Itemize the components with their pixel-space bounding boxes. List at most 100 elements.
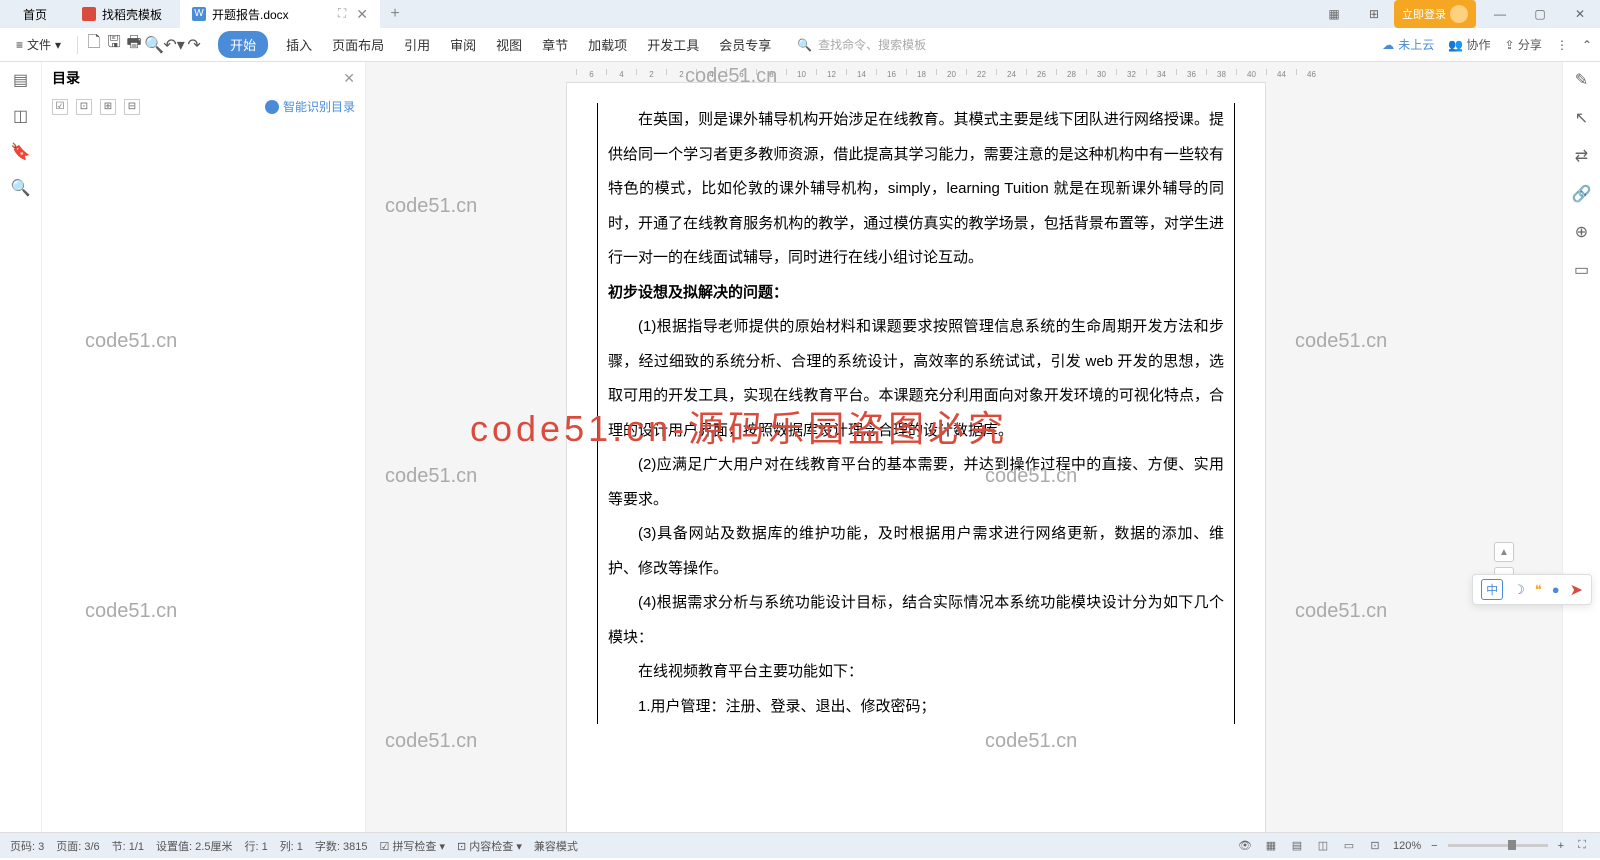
tab-home[interactable]: 首页 <box>0 0 70 28</box>
ime-dot-icon[interactable]: ● <box>1552 582 1560 597</box>
view3-icon[interactable]: ◫ <box>1315 838 1331 854</box>
ime-moon-icon[interactable]: ☽ <box>1513 582 1525 598</box>
page-content: 在英国，则是课外辅导机构开始涉足在线教育。其模式主要是线下团队进行网络授课。提供… <box>608 103 1224 724</box>
tab-add-button[interactable]: + <box>380 5 410 23</box>
login-button[interactable]: 立即登录 <box>1394 0 1476 28</box>
more-icon[interactable]: ⋮ <box>1556 38 1568 52</box>
fullscreen-icon[interactable]: ⛶ <box>1574 838 1590 854</box>
find-icon[interactable]: 🔍 <box>11 178 31 198</box>
preview-icon[interactable]: 🔍 <box>146 37 162 53</box>
main-area: ▤ ◫ 🔖 🔍 目录 ✕ ☑ ⊡ ⊞ ⊟ 智能识别目录 642246810121… <box>0 62 1600 832</box>
zoom-value[interactable]: 120% <box>1393 840 1421 852</box>
tab-templates-label: 找稻壳模板 <box>102 6 162 23</box>
ime-arrow-icon[interactable]: ➤ <box>1570 580 1583 600</box>
shield-icon[interactable]: ⊕ <box>1572 222 1592 242</box>
cloud-status[interactable]: ☁未上云 <box>1382 36 1434 53</box>
ime-lang[interactable]: 中 <box>1481 579 1503 600</box>
eye-icon[interactable]: 👁 <box>1237 838 1253 854</box>
new-icon[interactable]: 🗋 <box>86 37 102 53</box>
bookmark-icon[interactable]: 🔖 <box>11 142 31 162</box>
toc-close-icon[interactable]: ✕ <box>343 70 355 87</box>
nav-icon[interactable]: ◫ <box>11 106 31 126</box>
status-bar: 页码: 3 页面: 3/6 节: 1/1 设置值: 2.5厘米 行: 1 列: … <box>0 832 1600 858</box>
status-section[interactable]: 节: 1/1 <box>112 838 144 854</box>
toc-expand-icon[interactable]: ⊡ <box>76 99 92 115</box>
left-sidebar: ▤ ◫ 🔖 🔍 <box>0 62 42 832</box>
view1-icon[interactable]: ▦ <box>1263 838 1279 854</box>
edit-icon[interactable]: ✎ <box>1572 70 1592 90</box>
zoom-out-icon[interactable]: − <box>1431 840 1437 852</box>
close-window-icon[interactable]: ✕ <box>1560 0 1600 28</box>
view4-icon[interactable]: ▭ <box>1341 838 1357 854</box>
scroll-up-button[interactable]: ▲ <box>1494 542 1514 562</box>
ime-bar[interactable]: 中 ☽ ❝ ● ➤ <box>1472 574 1592 605</box>
status-col[interactable]: 列: 1 <box>280 838 303 854</box>
print-icon[interactable]: 🖶 <box>126 37 142 53</box>
status-words[interactable]: 字数: 3815 <box>315 838 368 854</box>
status-spell[interactable]: ☑ 拼写检查 ▾ <box>380 838 446 854</box>
search-box[interactable]: 🔍查找命令、搜索模板 <box>797 36 926 53</box>
save-icon[interactable]: 🖫 <box>106 37 122 53</box>
document-area[interactable]: 6422468101214161820222426283032343638404… <box>366 62 1562 832</box>
status-row[interactable]: 行: 1 <box>244 838 267 854</box>
toc-check-icon[interactable]: ☑ <box>52 99 68 115</box>
page[interactable]: 在英国，则是课外辅导机构开始涉足在线教育。其模式主要是线下团队进行网络授课。提供… <box>566 82 1266 832</box>
right-sidebar: ✎ ↖ ⇄ 🔗 ⊕ ▭ <box>1562 62 1600 832</box>
ribbon-tab-vip[interactable]: 会员专享 <box>717 31 773 58</box>
status-content[interactable]: ⊡ 内容检查 ▾ <box>457 838 522 854</box>
ribbon-tab-reference[interactable]: 引用 <box>402 31 432 58</box>
smart-icon <box>265 100 279 114</box>
ribbon-tab-insert[interactable]: 插入 <box>284 31 314 58</box>
toc-minus-icon[interactable]: ⊟ <box>124 99 140 115</box>
tab-document[interactable]: W 开题报告.docx ⛶ ✕ <box>180 0 380 28</box>
ribbon-tab-section[interactable]: 章节 <box>540 31 570 58</box>
tab-popout-icon[interactable]: ⛶ <box>338 6 346 23</box>
status-page-num[interactable]: 页码: 3 <box>10 838 44 854</box>
read-icon[interactable]: ▭ <box>1572 260 1592 280</box>
ruler-horizontal[interactable]: 6422468101214161820222426283032343638404… <box>376 62 1562 82</box>
doc-para: 1.用户管理：注册、登录、退出、修改密码； <box>608 690 1224 725</box>
view5-icon[interactable]: ⊡ <box>1367 838 1383 854</box>
toc-plus-icon[interactable]: ⊞ <box>100 99 116 115</box>
apps-icon[interactable]: ⊞ <box>1354 0 1394 28</box>
share-button[interactable]: ⇪ 分享 <box>1505 36 1542 53</box>
zoom-slider[interactable] <box>1448 844 1548 847</box>
outline-icon[interactable]: ▤ <box>11 70 31 90</box>
status-set[interactable]: 设置值: 2.5厘米 <box>156 838 232 854</box>
ribbon-tab-start[interactable]: 开始 <box>218 31 268 58</box>
status-compat[interactable]: 兼容模式 <box>534 838 578 854</box>
file-menu[interactable]: ≡文件▾ <box>8 32 69 57</box>
ime-quote-icon[interactable]: ❝ <box>1535 582 1542 598</box>
view2-icon[interactable]: ▤ <box>1289 838 1305 854</box>
undo-icon[interactable]: ↶▾ <box>166 37 182 53</box>
ribbon-tab-layout[interactable]: 页面布局 <box>330 31 386 58</box>
doc-para: (3)具备网站及数据库的维护功能，及时根据用户需求进行网络更新，数据的添加、维护… <box>608 517 1224 586</box>
tab-close-icon[interactable]: ✕ <box>356 6 368 23</box>
toc-title: 目录 <box>52 68 80 88</box>
status-page-of[interactable]: 页面: 3/6 <box>56 838 99 854</box>
link-icon[interactable]: 🔗 <box>1572 184 1592 204</box>
select-icon[interactable]: ↖ <box>1572 108 1592 128</box>
zoom-in-icon[interactable]: + <box>1558 840 1564 852</box>
tab-templates[interactable]: 找稻壳模板 <box>70 0 180 28</box>
collapse-icon[interactable]: ⌃ <box>1582 38 1592 52</box>
ribbon-tab-review[interactable]: 审阅 <box>448 31 478 58</box>
grid-icon[interactable]: ▦ <box>1314 0 1354 28</box>
collab-button[interactable]: 👥 协作 <box>1448 36 1490 53</box>
doc-para: 在英国，则是课外辅导机构开始涉足在线教育。其模式主要是线下团队进行网络授课。提供… <box>608 103 1224 276</box>
settings-icon[interactable]: ⇄ <box>1572 146 1592 166</box>
redo-icon[interactable]: ↷ <box>186 37 202 53</box>
toc-panel: 目录 ✕ ☑ ⊡ ⊞ ⊟ 智能识别目录 <box>42 62 366 832</box>
ribbon-tab-addon[interactable]: 加载项 <box>586 31 629 58</box>
search-icon: 🔍 <box>797 38 812 52</box>
maximize-icon[interactable]: ▢ <box>1520 0 1560 28</box>
doc-para: (2)应满足广大用户对在线教育平台的基本需要，并达到操作过程中的直接、方便、实用… <box>608 448 1224 517</box>
toc-smart-button[interactable]: 智能识别目录 <box>265 98 355 115</box>
ribbon-tab-view[interactable]: 视图 <box>494 31 524 58</box>
minimize-icon[interactable]: — <box>1480 0 1520 28</box>
doc-para: (1)根据指导老师提供的原始材料和课题要求按照管理信息系统的生命周期开发方法和步… <box>608 310 1224 448</box>
word-icon: W <box>192 7 206 21</box>
doc-para: 在线视频教育平台主要功能如下： <box>608 655 1224 690</box>
ribbon-tab-dev[interactable]: 开发工具 <box>645 31 701 58</box>
tab-document-label: 开题报告.docx <box>212 6 289 23</box>
